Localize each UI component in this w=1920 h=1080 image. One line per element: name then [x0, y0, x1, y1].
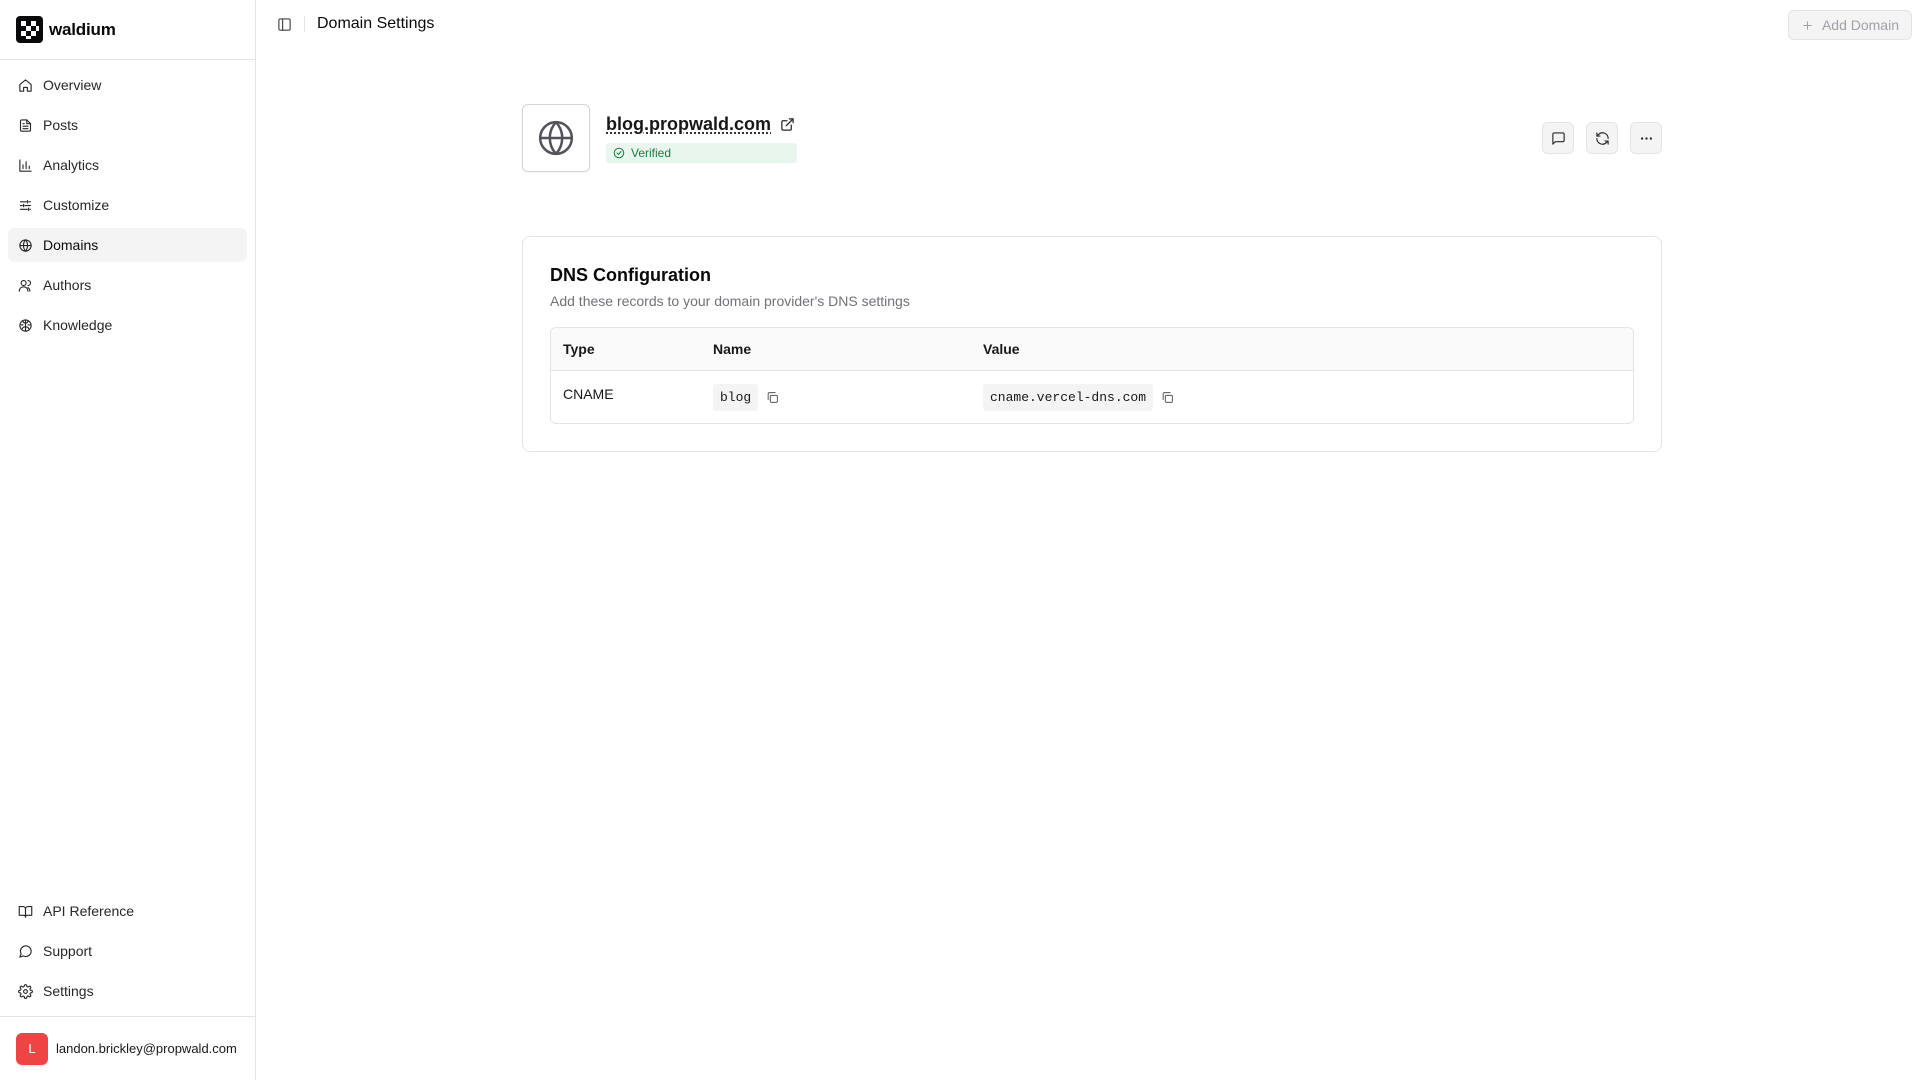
- table-header: Type Name Value: [551, 328, 1633, 371]
- sidebar-item-overview[interactable]: Overview: [8, 68, 247, 102]
- record-name: blog: [713, 383, 759, 411]
- sidebar-item-analytics[interactable]: Analytics: [8, 148, 247, 182]
- domain-settings-content: blog.propwald.com Verified DNS Configura…: [522, 104, 1662, 452]
- domain-info: blog.propwald.com Verified: [606, 114, 797, 163]
- dns-records-table: Type Name Value CNAME blog cname.vercel-…: [550, 327, 1634, 424]
- sidebar-bottom-nav: API Reference Support Settings: [0, 894, 255, 1016]
- gear-icon: [18, 983, 33, 999]
- sidebar-item-posts[interactable]: Posts: [8, 108, 247, 142]
- sidebar-nav: Overview Posts Analytics Customize Domai…: [0, 60, 255, 342]
- sidebar-item-label: Analytics: [43, 157, 100, 173]
- copy-icon[interactable]: [1161, 391, 1174, 404]
- record-value-cell: cname.vercel-dns.com: [983, 383, 1633, 411]
- refresh-icon: [1595, 131, 1609, 145]
- domain-actions: [1542, 122, 1662, 154]
- check-circle-icon: [613, 147, 625, 158]
- sidebar-toggle-button[interactable]: [272, 12, 296, 36]
- more-horizontal-icon: [1640, 136, 1652, 140]
- brand-name: waldium: [49, 19, 116, 39]
- domain-name-row: blog.propwald.com: [606, 114, 797, 135]
- sidebar-item-label: Domains: [43, 237, 99, 253]
- message-circle-icon: [19, 944, 32, 958]
- topbar-divider: [304, 16, 305, 32]
- sidebar-item-label: API Reference: [43, 903, 135, 919]
- copy-icon[interactable]: [766, 391, 779, 404]
- panel-left-icon: [277, 17, 291, 31]
- sidebar-item-label: Posts: [43, 117, 79, 133]
- refresh-button[interactable]: [1586, 122, 1618, 154]
- record-name-cell: blog: [713, 383, 983, 411]
- avatar: L: [16, 1032, 48, 1065]
- domain-header: blog.propwald.com Verified: [522, 104, 1662, 172]
- record-value: cname.vercel-dns.com: [983, 383, 1154, 411]
- brand[interactable]: waldium: [0, 0, 255, 60]
- main-content: Domain Settings Add Domain blog.propwald…: [256, 0, 1920, 1080]
- domain-icon-box: [522, 104, 590, 172]
- sidebar-item-label: Authors: [43, 277, 92, 293]
- more-options-button[interactable]: [1630, 122, 1662, 154]
- dns-subtitle: Add these records to your domain provide…: [550, 293, 910, 309]
- status-badge: Verified: [606, 142, 797, 163]
- sidebar-item-label: Settings: [43, 983, 94, 999]
- dns-title: DNS Configuration: [550, 265, 711, 285]
- users-icon: [18, 279, 32, 292]
- sidebar-item-settings[interactable]: Settings: [8, 974, 247, 1008]
- app-shell: waldium Overview Posts Analytics Customi…: [0, 0, 1920, 1080]
- table-row: CNAME blog cname.vercel-dns.com: [551, 371, 1633, 423]
- column-header-value: Value: [983, 341, 1020, 357]
- sidebar-item-api-reference[interactable]: API Reference: [8, 894, 247, 928]
- comment-button[interactable]: [1542, 122, 1574, 154]
- sidebar-item-domains[interactable]: Domains: [8, 228, 247, 262]
- sidebar-item-label: Support: [43, 943, 93, 959]
- sidebar-item-customize[interactable]: Customize: [8, 188, 247, 222]
- globe-icon: [538, 120, 574, 156]
- topbar: Domain Settings Add Domain: [256, 0, 1920, 48]
- record-type: CNAME: [563, 386, 614, 402]
- sliders-icon: [19, 199, 32, 211]
- sidebar-item-label: Overview: [43, 77, 102, 93]
- add-domain-button[interactable]: Add Domain: [1787, 10, 1912, 40]
- dns-configuration-card: DNS Configuration Add these records to y…: [522, 236, 1662, 452]
- sidebar-item-support[interactable]: Support: [8, 934, 247, 968]
- external-link-icon[interactable]: [780, 117, 795, 132]
- user-email: landon.brickley@propwald.com: [56, 1041, 237, 1056]
- column-header-type: Type: [563, 341, 595, 357]
- column-header-name: Name: [713, 341, 752, 357]
- file-text-icon: [19, 118, 32, 132]
- add-domain-label: Add Domain: [1821, 17, 1899, 33]
- status-badge-label: Verified: [631, 145, 672, 160]
- sidebar-item-knowledge[interactable]: Knowledge: [8, 308, 247, 342]
- waldium-logo-icon: [16, 16, 43, 43]
- sidebar-item-authors[interactable]: Authors: [8, 268, 247, 302]
- user-menu[interactable]: L landon.brickley@propwald.com: [0, 1016, 255, 1080]
- plus-icon: [1803, 20, 1812, 30]
- sidebar: waldium Overview Posts Analytics Customi…: [0, 0, 256, 1080]
- brain-icon: [19, 318, 32, 332]
- bar-chart-icon: [19, 158, 32, 172]
- book-open-icon: [18, 905, 33, 918]
- sidebar-item-label: Knowledge: [43, 317, 113, 333]
- page-title: Domain Settings: [317, 15, 435, 32]
- message-square-icon: [1551, 131, 1565, 145]
- globe-icon: [19, 238, 32, 252]
- sidebar-item-label: Customize: [43, 197, 110, 213]
- domain-name-link[interactable]: blog.propwald.com: [606, 114, 771, 135]
- home-icon: [19, 78, 32, 92]
